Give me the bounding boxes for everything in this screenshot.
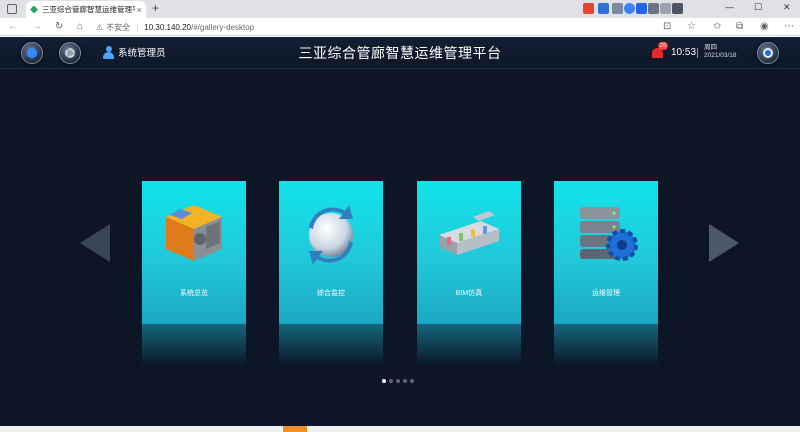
username-label: 系统管理员	[118, 48, 166, 59]
sidebar-toggle-icon[interactable]	[7, 4, 17, 14]
app-header: 系统管理员 三亚综合管廊智慧运维管理平台 26 10:53 周四 2021/03…	[0, 37, 800, 69]
card-reflection	[417, 324, 521, 366]
date-box: 周四 2021/03/18	[704, 44, 737, 60]
address-bar: ← → ↻ ⌂ ⚠ 不安全 | 10.30.140.20 /#/gallery-…	[0, 18, 800, 36]
page-title: 三亚综合管廊智慧运维管理平台	[298, 45, 502, 61]
maximize-icon[interactable]: ☐	[754, 2, 762, 13]
power-icon	[763, 48, 773, 58]
back-home-button[interactable]	[21, 42, 43, 64]
pagination-dot[interactable]	[389, 379, 393, 383]
gear-icon	[65, 48, 75, 58]
taskbar-highlight	[283, 426, 307, 432]
weekday-label: 周四	[704, 44, 717, 51]
back-icon[interactable]: ←	[8, 21, 18, 32]
taskbar-strip	[0, 426, 800, 432]
module-card-operations[interactable]: 运维管理	[554, 181, 658, 324]
pagination-dot[interactable]	[410, 379, 414, 383]
voice-extension-icon[interactable]	[636, 3, 647, 14]
collections-icon[interactable]: ⧉	[736, 21, 743, 32]
favorites-list-icon[interactable]: ✩	[713, 21, 721, 32]
url-separator: |	[136, 22, 139, 32]
sphere-arrows-icon	[309, 205, 353, 265]
card-reflection	[554, 324, 658, 366]
module-card-bim[interactable]: BIM仿真	[417, 181, 521, 324]
url-host: 10.30.140.20	[144, 22, 191, 32]
shirt-extension-icon[interactable]	[660, 3, 671, 14]
date-label: 2021/03/18	[704, 52, 737, 59]
reader-mode-icon[interactable]: ⊡	[663, 21, 671, 32]
more-menu-icon[interactable]: ⋯	[784, 21, 794, 32]
tunnel-model-icon	[439, 211, 499, 255]
power-button[interactable]	[757, 42, 779, 64]
reload-icon[interactable]: ↻	[55, 21, 63, 32]
server-gear-icon	[580, 207, 638, 261]
pagination-dot[interactable]	[396, 379, 400, 383]
current-user[interactable]: 系统管理员	[103, 45, 166, 59]
card-label: 系统总览	[180, 290, 208, 297]
url-field[interactable]: ⚠ 不安全 | 10.30.140.20 /#/gallery-desktop	[96, 20, 696, 34]
ime-extension-icon[interactable]	[598, 3, 609, 14]
url-path: /#/gallery-desktop	[190, 22, 255, 32]
carousel-next-arrow[interactable]	[709, 224, 739, 262]
card-label: 运维管理	[592, 290, 620, 297]
carousel-prev-arrow[interactable]	[80, 224, 110, 262]
cube-puzzle-icon	[166, 205, 222, 261]
tab-title: 三亚综合管廊智慧运维管理平台	[42, 5, 135, 14]
card-label: 综合监控	[317, 290, 345, 297]
profile-avatar-icon[interactable]: ◉	[760, 21, 769, 32]
security-label[interactable]: 不安全	[106, 22, 130, 33]
card-reflection	[279, 324, 383, 366]
module-card-monitoring[interactable]: 综合监控	[279, 181, 383, 324]
return-icon	[27, 48, 37, 58]
alarm-button[interactable]: 26	[652, 42, 668, 58]
close-window-icon[interactable]: ✕	[783, 2, 791, 13]
favorite-star-icon[interactable]: ☆	[687, 21, 696, 32]
warning-icon: ⚠	[96, 22, 104, 32]
sogou-extension-icon[interactable]	[583, 3, 594, 14]
emoji-extension-icon[interactable]	[624, 3, 635, 14]
settings-button[interactable]	[59, 42, 81, 64]
module-card-overview[interactable]: 系统总览	[142, 181, 246, 324]
forward-icon[interactable]: →	[32, 21, 42, 32]
browser-tab-bar: 三亚综合管廊智慧运维管理平台 × + — ☐ ✕	[0, 0, 800, 18]
alarm-count-badge: 26	[658, 42, 668, 50]
pagination-dot[interactable]	[403, 379, 407, 383]
clock-time: 10:53	[671, 47, 697, 58]
favicon-icon	[30, 5, 38, 14]
card-label: BIM仿真	[455, 290, 483, 297]
home-icon[interactable]: ⌂	[77, 21, 83, 32]
new-tab-button[interactable]: +	[152, 1, 159, 15]
user-icon	[103, 45, 114, 59]
card-reflection	[142, 324, 246, 366]
keyboard-extension-icon[interactable]	[648, 3, 659, 14]
punctuation-extension-icon[interactable]	[612, 3, 623, 14]
minimize-icon[interactable]: —	[725, 2, 734, 12]
pagination-dot[interactable]	[382, 379, 386, 383]
divider	[697, 48, 698, 58]
app-viewport: 系统管理员 三亚综合管廊智慧运维管理平台 26 10:53 周四 2021/03…	[0, 37, 800, 426]
browser-tab[interactable]: 三亚综合管廊智慧运维管理平台 ×	[26, 1, 146, 18]
toolbox-extension-icon[interactable]	[672, 3, 683, 14]
tab-close-icon[interactable]: ×	[137, 5, 142, 15]
carousel-pagination	[382, 379, 417, 383]
